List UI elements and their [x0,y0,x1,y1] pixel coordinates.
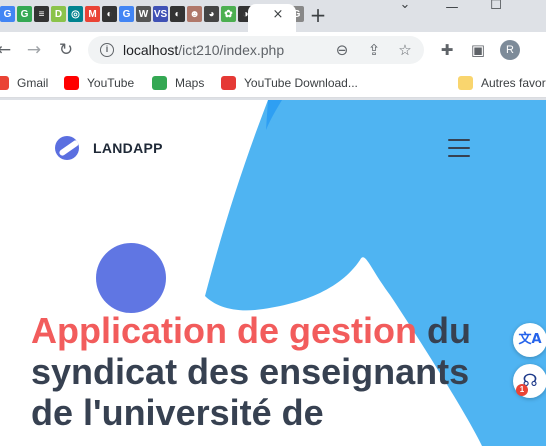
hero-title-accent: Application de gestion [31,310,418,351]
bookmark-star-icon[interactable]: ☆ [396,41,414,59]
bookmark-youtube[interactable]: YouTube [64,74,134,92]
hero-title: Application de gestion du syndicat des e… [31,310,511,433]
translate-icon[interactable]: 文A [513,323,546,357]
gmail-icon [0,76,9,90]
zoom-icon[interactable]: ⊖ [333,41,351,59]
tab-strip: GG≡D◎M◐GWVS◐☻◕✿◑SFG × + ⌄ — ☐ [0,0,546,32]
new-tab-button[interactable]: + [308,4,328,26]
back-icon[interactable]: ← [0,40,14,60]
tab-favicon-icon[interactable]: G [119,6,134,22]
tab-favicon-icon[interactable]: G [17,6,32,22]
forward-icon[interactable]: → [24,40,44,60]
decorative-circle [96,243,166,313]
bookmark-other-folder[interactable]: Autres favor [458,74,546,92]
profile-avatar[interactable]: R [500,40,520,60]
tab-favicon-icon[interactable]: ☻ [187,6,202,22]
tab-favicon-icon[interactable]: ≡ [34,6,49,22]
maximize-icon[interactable]: ☐ [486,0,506,15]
download-icon [221,76,236,90]
brand-logo[interactable]: LANDAPP [55,136,163,160]
tab-favicon-icon[interactable]: G [0,6,15,22]
url-text[interactable]: localhost/ict210/index.php [123,42,284,58]
tab-favicon-icon[interactable]: M [85,6,100,22]
tab-favicon-icon[interactable]: ◐ [170,6,185,22]
url-path: /ict210/index.php [178,42,285,58]
bookmark-label: Gmail [17,76,49,90]
minimize-icon[interactable]: ⌄ [395,0,415,14]
side-panel-icon[interactable]: ▣ [468,40,488,60]
extensions-icon[interactable]: ✚ [437,40,457,60]
site-info-icon[interactable]: i [100,43,114,57]
notification-badge: 1 [516,384,528,396]
browser-toolbar: ← → ↻ i localhost/ict210/index.php ⊖ ⇪ ☆… [0,32,546,68]
tab-favicon-icon[interactable]: W [136,6,151,22]
folder-icon [458,76,473,90]
bookmark-label: YouTube Download... [244,76,358,90]
tab-favicon-icon[interactable]: ◕ [204,6,219,22]
youtube-icon [64,76,79,90]
bookmark-gmail[interactable]: Gmail [0,74,48,92]
logo-mark-icon [55,136,79,160]
share-icon[interactable]: ⇪ [365,41,383,59]
tab-favicon-icon[interactable]: VS [153,6,168,22]
bookmark-youtube-downloader[interactable]: YouTube Download... [221,74,358,92]
address-bar[interactable]: i localhost/ict210/index.php ⊖ ⇪ ☆ [88,36,424,64]
reload-icon[interactable]: ↻ [56,40,76,60]
tab-favicon-icon[interactable]: ◐ [102,6,117,22]
bookmark-label: YouTube [87,76,135,90]
browser-chrome: GG≡D◎M◐GWVS◐☻◕✿◑SFG × + ⌄ — ☐ ← → ↻ i lo… [0,0,546,100]
bookmark-label: Autres favor [481,76,546,90]
bookmark-label: Maps [175,76,205,90]
restore-icon[interactable]: — [442,1,462,17]
tab-favicon-icon[interactable]: ✿ [221,6,236,22]
tab-favicon-icon[interactable]: D [51,6,66,22]
hamburger-menu-icon[interactable] [448,139,470,157]
tab-favicon-icon[interactable]: ◎ [68,6,83,22]
brand-name: LANDAPP [93,140,163,156]
landing-page: LANDAPP Application de gestion du syndic… [0,100,546,446]
close-tab-icon[interactable]: × [270,7,286,23]
url-host: localhost [123,42,179,58]
maps-icon [152,76,167,90]
bookmarks-bar: Gmail YouTube Maps YouTube Download... A… [0,68,546,98]
bookmark-maps[interactable]: Maps [152,74,204,92]
